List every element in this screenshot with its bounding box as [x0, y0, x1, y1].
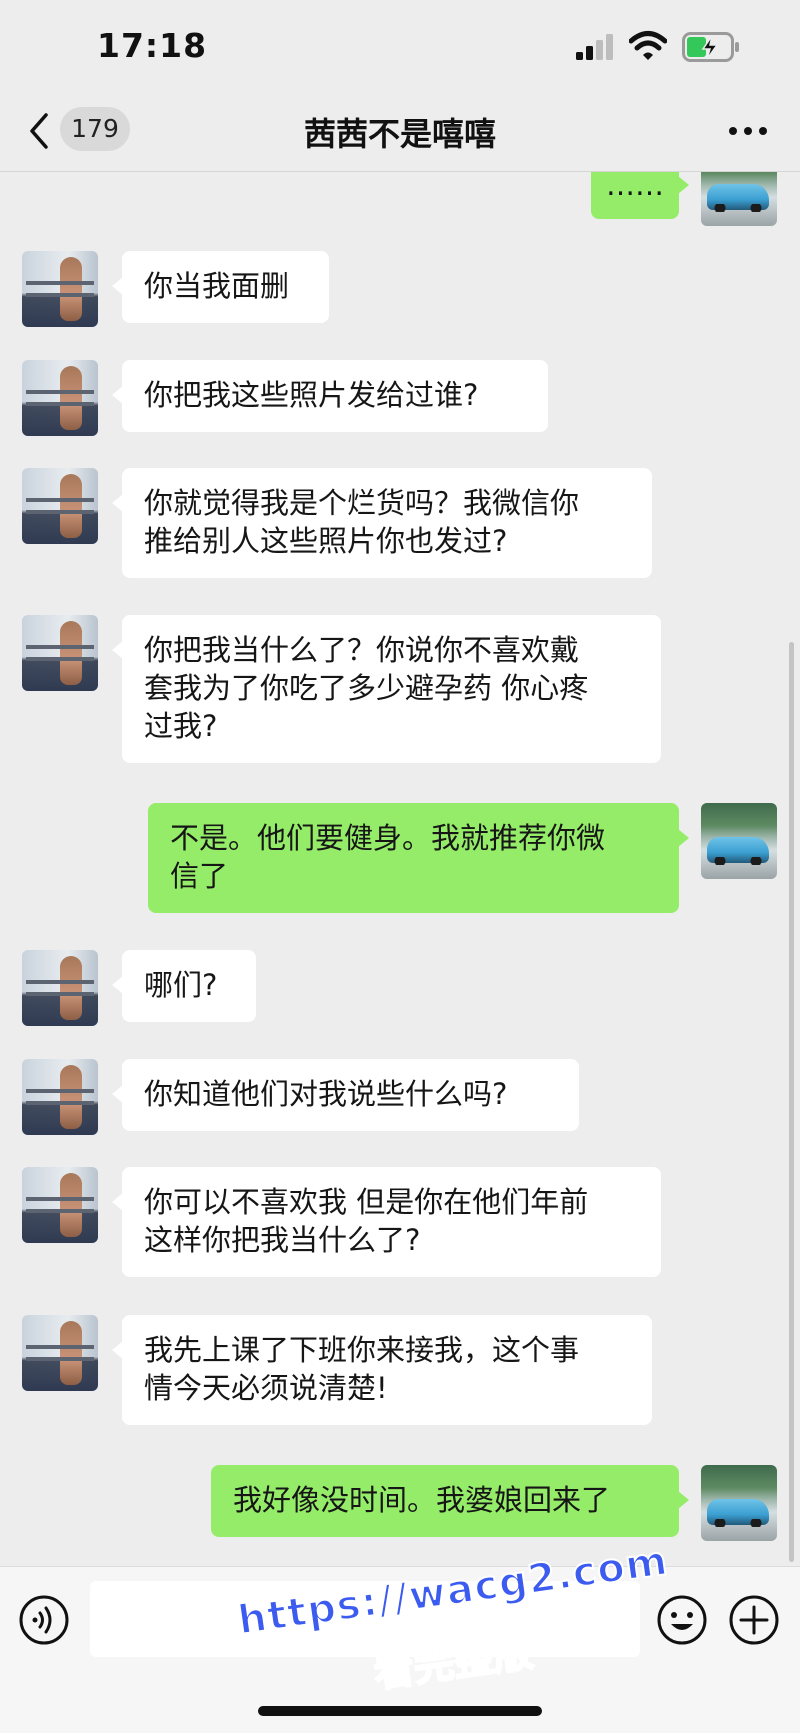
- chat-title: 茜茜不是嘻嘻: [303, 115, 496, 153]
- message-bubble-incoming[interactable]: 哪们?: [112, 950, 256, 1022]
- status-bar: 17:18: [0, 0, 800, 95]
- avatar-contact[interactable]: [22, 1167, 98, 1243]
- chat-screen: 17:18 179 茜茜不是嘻嘻 …… 你当我面删 你把我这些照片发给过谁? 你…: [0, 0, 800, 1733]
- avatar-me[interactable]: [701, 1465, 777, 1541]
- message-bubble-outgoing[interactable]: ……: [591, 172, 689, 219]
- message-input[interactable]: [90, 1581, 640, 1657]
- home-indicator: [258, 1706, 542, 1716]
- more-dots-icon[interactable]: [728, 125, 768, 137]
- message-bubble-incoming[interactable]: 你可以不喜欢我 但是你在他们年前 这样你把我当什么了?: [112, 1167, 661, 1277]
- message-bubble-incoming[interactable]: 你当我面删: [112, 251, 329, 323]
- avatar-me[interactable]: [701, 172, 777, 226]
- message-bubble-incoming[interactable]: 你把我这些照片发给过谁?: [112, 360, 548, 432]
- message-bubble-incoming[interactable]: 我先上课了下班你来接我，这个事 情今天必须说清楚!: [112, 1315, 652, 1425]
- plus-icon[interactable]: [728, 1594, 780, 1646]
- message-list[interactable]: …… 你当我面删 你把我这些照片发给过谁? 你就觉得我是个烂货吗？我微信你 推给…: [0, 172, 800, 1565]
- avatar-me[interactable]: [701, 803, 777, 879]
- status-time: 17:18: [97, 26, 208, 65]
- message-bubble-incoming[interactable]: 你把我当什么了？你说你不喜欢戴 套我为了你吃了多少避孕药 你心疼 过我?: [112, 615, 661, 763]
- message-bubble-outgoing[interactable]: 不是。他们要健身。我就推荐你微 信了: [148, 803, 689, 913]
- unread-count-badge[interactable]: 179: [60, 107, 130, 151]
- chat-header: 179 茜茜不是嘻嘻: [0, 95, 800, 172]
- battery-charging-icon: [682, 32, 739, 62]
- emoji-icon[interactable]: [656, 1594, 708, 1646]
- cellular-signal-icon: [576, 34, 613, 60]
- avatar-contact[interactable]: [22, 468, 98, 544]
- avatar-contact[interactable]: [22, 615, 98, 691]
- message-bubble-incoming[interactable]: 你知道他们对我说些什么吗?: [112, 1059, 579, 1131]
- scrollbar[interactable]: [789, 642, 794, 1562]
- message-bubble-outgoing[interactable]: 我好像没时间。我婆娘回来了: [211, 1465, 689, 1537]
- avatar-contact[interactable]: [22, 1059, 98, 1135]
- avatar-contact[interactable]: [22, 950, 98, 1026]
- chevron-left-icon[interactable]: [28, 112, 50, 150]
- avatar-contact[interactable]: [22, 251, 98, 327]
- avatar-contact[interactable]: [22, 360, 98, 436]
- wifi-icon: [629, 31, 667, 60]
- voice-icon[interactable]: [18, 1594, 70, 1646]
- avatar-contact[interactable]: [22, 1315, 98, 1391]
- message-bubble-incoming[interactable]: 你就觉得我是个烂货吗？我微信你 推给别人这些照片你也发过?: [112, 468, 652, 578]
